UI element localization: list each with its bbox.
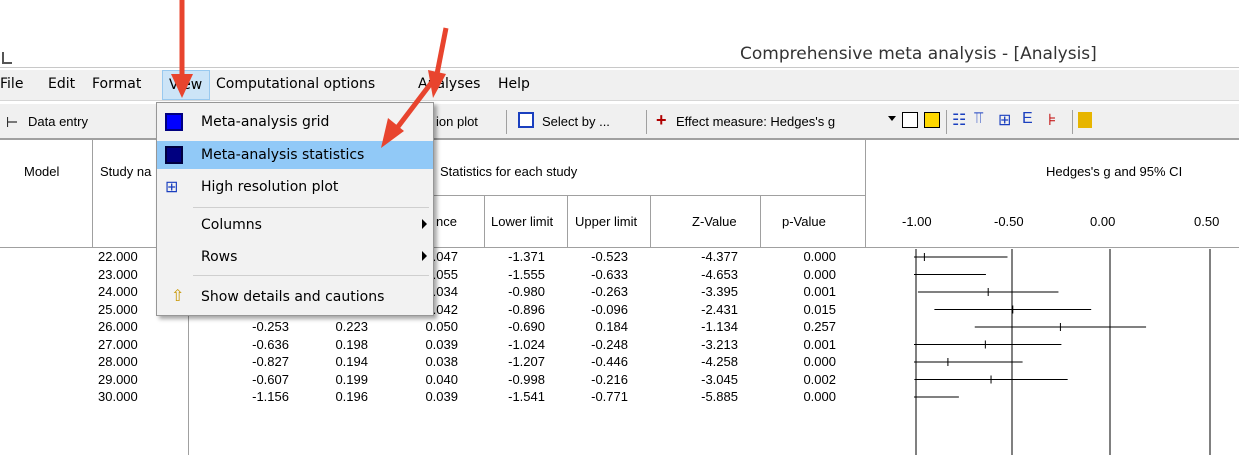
annotation-arrow-view [171, 0, 193, 98]
annotation-arrows [171, 0, 449, 148]
annotation-arrow-statistics [381, 80, 434, 148]
